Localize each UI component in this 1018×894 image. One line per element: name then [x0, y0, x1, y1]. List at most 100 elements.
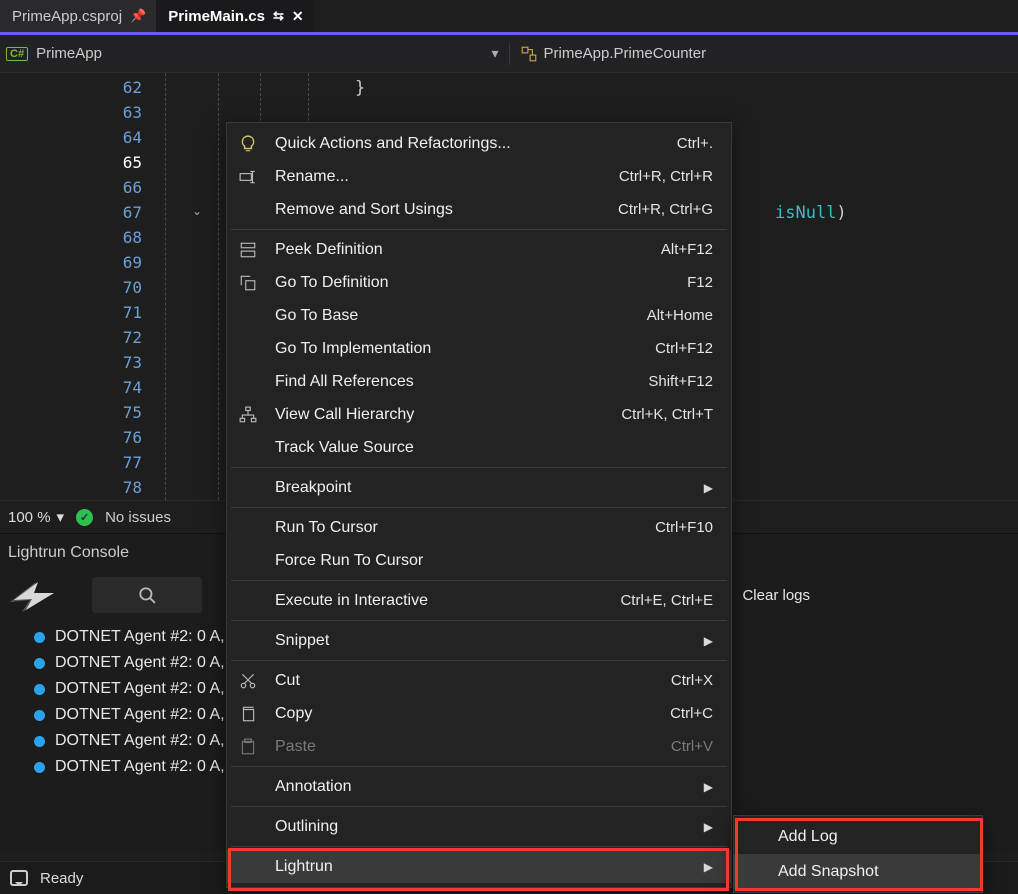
menu-item-label: Run To Cursor [275, 519, 655, 537]
menu-item-go-to-definition[interactable]: Go To DefinitionF12 [227, 266, 731, 299]
status-dot-icon [34, 762, 45, 773]
menu-item-execute-in-interactive[interactable]: Execute in InteractiveCtrl+E, Ctrl+E [227, 584, 731, 617]
pin-icon[interactable]: ⇆ [273, 8, 284, 24]
cut-icon [237, 670, 259, 692]
menu-item-go-to-implementation[interactable]: Go To ImplementationCtrl+F12 [227, 332, 731, 365]
namespace-name: PrimeApp [36, 45, 102, 62]
menu-separator [231, 846, 727, 847]
separator [509, 43, 510, 65]
paste-icon [237, 736, 259, 758]
menu-item-find-all-references[interactable]: Find All ReferencesShift+F12 [227, 365, 731, 398]
chevron-right-icon: ▶ [704, 820, 713, 834]
menu-item-label: Copy [275, 705, 670, 723]
menu-item-label: Go To Base [275, 307, 647, 325]
submenu-item-add-snapshot[interactable]: Add Snapshot [734, 854, 982, 889]
menu-item-label: Quick Actions and Refactorings... [275, 135, 677, 153]
code-navigation-bar: C# PrimeApp ▾ PrimeApp.PrimeCounter [0, 35, 1018, 72]
status-dot-icon [34, 632, 45, 643]
menu-item-label: Force Run To Cursor [275, 552, 713, 570]
code-token: isNull) [775, 203, 847, 223]
menu-separator [231, 620, 727, 621]
zoom-value: 100 % [8, 509, 51, 526]
menu-item-annotation[interactable]: Annotation▶ [227, 770, 731, 803]
fold-column[interactable]: ⌄ [150, 73, 220, 500]
menu-item-label: Lightrun [275, 858, 704, 876]
menu-item-paste: PasteCtrl+V [227, 730, 731, 763]
type-dropdown[interactable]: PrimeApp.PrimeCounter [520, 45, 1013, 63]
cs-badge-icon: C# [6, 47, 28, 61]
menu-item-shortcut: Ctrl+K, Ctrl+T [621, 406, 713, 423]
menu-item-shortcut: Ctrl+F12 [655, 340, 713, 357]
search-input[interactable] [92, 577, 202, 613]
line-number: 66 [0, 178, 150, 203]
menu-item-shortcut: Alt+F12 [661, 241, 713, 258]
menu-item-shortcut: Ctrl+R, Ctrl+R [619, 168, 713, 185]
chevron-right-icon: ▶ [704, 860, 713, 874]
submenu-item-add-log[interactable]: Add Log [734, 819, 982, 854]
lightrun-submenu[interactable]: Add LogAdd Snapshot [733, 815, 983, 893]
line-number: 74 [0, 378, 150, 403]
chevron-down-icon: ▾ [491, 45, 498, 62]
namespace-dropdown[interactable]: C# PrimeApp ▾ [6, 45, 499, 62]
menu-item-label: Track Value Source [275, 439, 713, 457]
peek-icon [237, 239, 259, 261]
menu-item-label: Go To Implementation [275, 340, 655, 358]
status-dot-icon [34, 658, 45, 669]
indent-guide [165, 73, 166, 500]
pin-icon[interactable]: 📌 [130, 8, 146, 24]
menu-item-shortcut: Ctrl+. [677, 135, 713, 152]
line-number: 64 [0, 128, 150, 153]
menu-item-snippet[interactable]: Snippet▶ [227, 624, 731, 657]
menu-item-run-to-cursor[interactable]: Run To CursorCtrl+F10 [227, 511, 731, 544]
menu-item-rename[interactable]: Rename...Ctrl+R, Ctrl+R [227, 160, 731, 193]
line-number: 65 [0, 153, 150, 178]
line-number: 73 [0, 353, 150, 378]
menu-separator [231, 507, 727, 508]
line-number: 67 [0, 203, 150, 228]
menu-item-label: Outlining [275, 818, 704, 836]
menu-item-label: Execute in Interactive [275, 592, 620, 610]
line-number: 70 [0, 278, 150, 303]
menu-item-label: Annotation [275, 778, 704, 796]
code-paren: ) [836, 203, 846, 223]
code-identifier: isNull [775, 203, 836, 223]
menu-item-shortcut: Ctrl+F10 [655, 519, 713, 536]
menu-item-label: Snippet [275, 632, 704, 650]
tab-primeapp-csproj[interactable]: PrimeApp.csproj 📌 [0, 0, 156, 32]
menu-item-cut[interactable]: CutCtrl+X [227, 664, 731, 697]
status-dot-icon [34, 736, 45, 747]
status-dot-icon [34, 710, 45, 721]
menu-item-shortcut: Ctrl+V [671, 738, 713, 755]
line-number: 76 [0, 428, 150, 453]
menu-item-quick-actions-and-refactorings[interactable]: Quick Actions and Refactorings...Ctrl+. [227, 127, 731, 160]
menu-item-force-run-to-cursor[interactable]: Force Run To Cursor [227, 544, 731, 577]
copy-icon [237, 703, 259, 725]
menu-item-copy[interactable]: CopyCtrl+C [227, 697, 731, 730]
editor-context-menu[interactable]: Quick Actions and Refactorings...Ctrl+.R… [226, 122, 732, 888]
menu-separator [231, 660, 727, 661]
clear-logs-button[interactable]: Clear logs [742, 587, 810, 604]
tab-primemain-cs[interactable]: PrimeMain.cs ⇆ ✕ [156, 0, 313, 32]
menu-item-view-call-hierarchy[interactable]: View Call HierarchyCtrl+K, Ctrl+T [227, 398, 731, 431]
menu-item-track-value-source[interactable]: Track Value Source [227, 431, 731, 464]
menu-item-peek-definition[interactable]: Peek DefinitionAlt+F12 [227, 233, 731, 266]
tab-filename: PrimeMain.cs [168, 8, 265, 25]
line-number: 78 [0, 478, 150, 503]
menu-item-label: Go To Definition [275, 274, 687, 292]
menu-item-lightrun[interactable]: Lightrun▶ [227, 850, 731, 883]
menu-item-breakpoint[interactable]: Breakpoint▶ [227, 471, 731, 504]
menu-item-go-to-base[interactable]: Go To BaseAlt+Home [227, 299, 731, 332]
feedback-icon[interactable] [10, 870, 28, 886]
indent-guide [218, 73, 219, 500]
chevron-down-icon[interactable]: ⌄ [192, 204, 202, 218]
issues-label: No issues [105, 509, 171, 526]
status-text: Ready [40, 870, 83, 887]
close-icon[interactable]: ✕ [292, 8, 304, 25]
tab-bar: PrimeApp.csproj 📌 PrimeMain.cs ⇆ ✕ [0, 0, 1018, 35]
hier-icon [237, 404, 259, 426]
zoom-dropdown[interactable]: 100 % ▾ [8, 508, 64, 526]
menu-item-outlining[interactable]: Outlining▶ [227, 810, 731, 843]
line-number: 68 [0, 228, 150, 253]
menu-item-remove-and-sort-usings[interactable]: Remove and Sort UsingsCtrl+R, Ctrl+G [227, 193, 731, 226]
menu-item-label: Cut [275, 672, 671, 690]
